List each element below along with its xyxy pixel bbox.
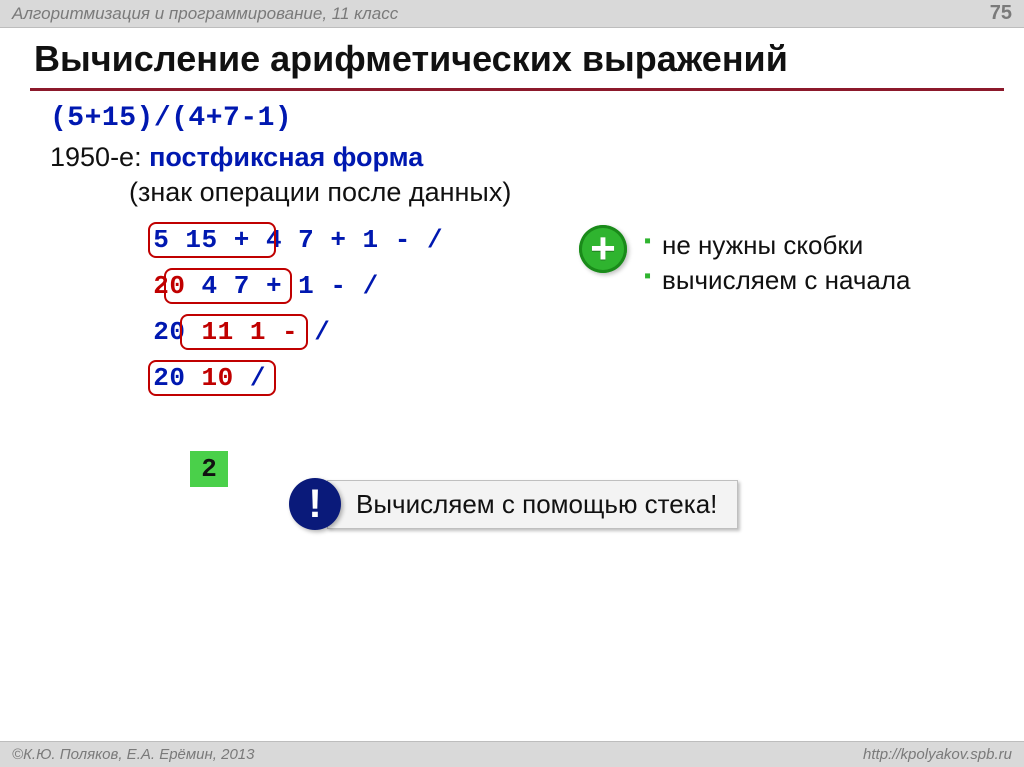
copyright-symbol: © [12, 746, 23, 763]
exclamation-icon: ! [289, 478, 341, 530]
intro-colon: : [134, 142, 142, 172]
postfix-steps: 5 15 + 4 7 + 1 - / 20 4 7 + 1 - / 20 11 … [121, 222, 501, 406]
work-area: 5 15 + 4 7 + 1 - / 20 4 7 + 1 - / 20 11 … [34, 222, 994, 502]
highlight-box [148, 222, 276, 258]
callout: ! Вычисляем с помощью стека! [289, 478, 738, 530]
advantages-list: не нужны скобки вычисляем с начала [644, 228, 911, 298]
final-result: 2 [190, 451, 228, 487]
advantage-item: вычисляем с начала [644, 263, 911, 298]
highlight-box [164, 268, 292, 304]
step-1: 5 15 + 4 7 + 1 - / [121, 222, 501, 268]
footer-bar: © К.Ю. Поляков, Е.А. Ерёмин, 2013 http:/… [0, 741, 1024, 767]
title-underline [30, 88, 1004, 91]
infix-expression: (5+15)/(4+7-1) [34, 101, 994, 140]
footer-authors: К.Ю. Поляков, Е.А. Ерёмин, 2013 [23, 746, 254, 763]
step-2-rest: 1 - / [282, 271, 379, 301]
intro-subtitle: (знак операции после данных) [34, 177, 994, 222]
header-bar: Алгоритмизация и программирование, 11 кл… [0, 0, 1024, 28]
callout-text: Вычисляем с помощью стека! [327, 480, 738, 529]
step-3: 20 11 1 - / [121, 314, 501, 360]
highlight-box [148, 360, 276, 396]
slide-content: (5+15)/(4+7-1) 1950-е: постфиксная форма… [0, 101, 1024, 502]
highlight-box [180, 314, 308, 350]
step-4: 20 10 / [121, 360, 501, 406]
intro-term: постфиксная форма [149, 142, 423, 172]
step-1-rest: 4 7 + 1 - / [250, 225, 443, 255]
intro-line: 1950-е: постфиксная форма [34, 140, 994, 177]
step-2: 20 4 7 + 1 - / [121, 268, 501, 314]
page-title: Вычисление арифметических выражений [0, 28, 1024, 84]
course-label: Алгоритмизация и программирование, 11 кл… [12, 4, 398, 24]
intro-years: 1950-е [50, 142, 134, 172]
footer-url: http://kpolyakov.spb.ru [863, 746, 1012, 763]
page-number: 75 [990, 2, 1012, 25]
plus-icon: + [579, 225, 627, 273]
advantage-item: не нужны скобки [644, 228, 911, 263]
